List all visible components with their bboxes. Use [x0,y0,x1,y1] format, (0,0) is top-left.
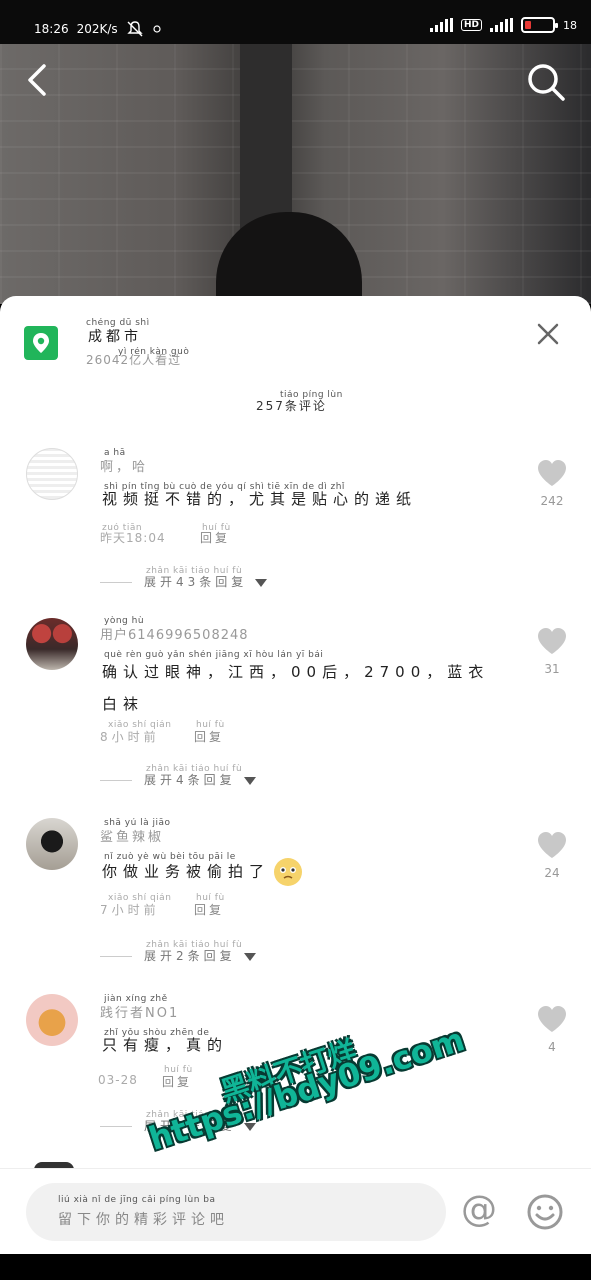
close-icon[interactable] [534,320,562,348]
like-count: 4 [548,1040,556,1054]
status-right: HD 18 [429,17,577,33]
reply-button[interactable]: 回复 [162,1073,192,1090]
comment-input-placeholder: 留下你的精彩评论吧 [58,1212,229,1228]
avatar[interactable] [26,618,78,670]
mute-icon [126,21,143,37]
comment-text: 你做业务被偷拍了 [102,858,502,886]
video-background [0,44,591,322]
emoji-icon[interactable] [526,1193,564,1231]
expand-replies-button[interactable]: 展开43条回复 [100,573,268,590]
expand-label: 展开43条回复 [144,575,248,589]
expand-replies-button[interactable]: 展开4条回复 [100,771,256,788]
comment-item: shā yú là jiāo 鲨鱼辣椒 nǐ zuò yè wù bèi tōu… [0,816,591,976]
mention-button[interactable]: @ [458,1189,500,1231]
back-icon[interactable] [24,58,52,102]
reply-button[interactable]: 回复 [194,901,224,918]
expand-label: 展开4条回复 [144,773,236,787]
comment-time: 03-28 [98,1073,138,1087]
comment-username[interactable]: 鲨鱼辣椒 [100,826,164,845]
status-left: 18:26 202K/s [34,20,162,38]
comment-text: 视频挺不错的，尤其是贴心的递纸 [102,490,418,508]
comment-username[interactable]: 啊，哈 [100,456,148,475]
search-icon[interactable] [524,60,568,104]
avatar[interactable] [26,448,78,500]
comment-text-content: 你做业务被偷拍了 [102,862,271,881]
expand-divider [100,1126,132,1127]
comment-count: 257条评论 [256,399,327,413]
comment-item: yòng hù 用户6146996508248 què rèn guò yǎn … [0,614,591,794]
like-count: 31 [544,662,560,676]
comment-username[interactable]: 用户6146996508248 [100,624,249,643]
status-time: 18:26 [34,22,69,36]
chevron-down-icon [243,776,256,785]
heart-icon[interactable] [536,1004,568,1034]
location-views: 26042亿人看过 [86,353,182,367]
expand-divider [100,780,132,781]
heart-icon[interactable] [536,830,568,860]
battery-level: 18 [563,18,577,32]
expand-replies-button[interactable]: 展开2条回复 [100,947,256,964]
comment-item: a hā 啊，哈 shì pín tǐng bù cuò de yóu qí s… [0,446,591,606]
like-count: 242 [540,494,564,508]
battery-icon [521,17,558,33]
comment-time: 7小时前 [100,903,160,917]
heart-icon[interactable] [536,458,568,488]
avatar[interactable] [26,994,78,1046]
avatar[interactable] [26,818,78,870]
app-screen: 18:26 202K/s HD 18 chéng dū shì 成都市 yì r… [0,0,591,1280]
signal-2-icon [490,18,513,32]
hd-badge: HD [460,19,482,31]
location-name[interactable]: 成都市 [88,326,142,346]
signal-1-icon [429,18,453,32]
status-net-speed: 202K/s [76,22,118,36]
comment-time: 昨天18:04 [100,531,166,545]
comment-text: 确认过眼神，江西，00后，2700，蓝衣白袜 [102,663,490,713]
status-bar: 18:26 202K/s HD 18 [0,0,591,44]
nfc-icon [153,25,161,33]
like-count: 24 [544,866,560,880]
comment-input[interactable]: liú xià nǐ de jīng cǎi píng lùn ba 留下你的精… [26,1183,446,1241]
chevron-down-icon [255,578,268,587]
expand-label: 展开2条回复 [144,949,236,963]
comment-username[interactable]: 践行者NO1 [100,1002,179,1021]
system-nav-bar [0,1254,591,1280]
comment-input-bar: liú xià nǐ de jīng cǎi píng lùn ba 留下你的精… [0,1168,591,1254]
pleading-face-emoji-icon [274,858,303,886]
comment-input-pinyin: liú xià nǐ de jīng cǎi píng lùn ba [58,1195,216,1205]
expand-divider [100,582,132,583]
location-pin-icon[interactable] [24,326,58,360]
chevron-down-icon [243,952,256,961]
heart-icon[interactable] [536,626,568,656]
reply-button[interactable]: 回复 [200,529,230,546]
comment-time: 8小时前 [100,730,160,744]
reply-button[interactable]: 回复 [194,728,224,745]
expand-divider [100,956,132,957]
